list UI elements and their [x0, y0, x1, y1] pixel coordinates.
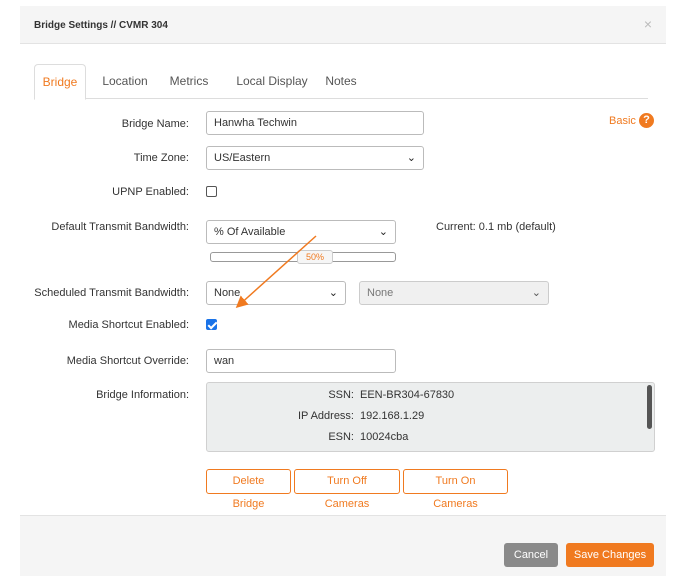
info-value: 10024cba: [360, 431, 409, 443]
media-override-input[interactable]: [206, 349, 396, 373]
cancel-button[interactable]: Cancel: [504, 543, 558, 567]
info-key: IP Address:: [297, 410, 354, 422]
media-override-label: Media Shortcut Override:: [66, 355, 189, 367]
turn-on-cameras-button[interactable]: Turn On Cameras: [403, 469, 508, 510]
scheduled-bandwidth-label: Scheduled Transmit Bandwidth:: [34, 287, 189, 299]
chevron-down-icon: ⌄: [378, 226, 388, 238]
help-icon[interactable]: ?: [639, 113, 654, 128]
modal-footer: Cancel Save Changes: [20, 515, 666, 576]
info-scrollbar[interactable]: [647, 385, 652, 429]
bandwidth-value: % Of Available: [214, 226, 286, 238]
tab-metrics[interactable]: Metrics: [160, 64, 218, 100]
bridge-name-input[interactable]: [206, 111, 424, 135]
chevron-down-icon: ⌄: [531, 287, 541, 299]
time-zone-select[interactable]: US/Eastern ⌄: [206, 146, 424, 170]
upnp-label: UPNP Enabled:: [112, 186, 189, 198]
time-zone-label: Time Zone:: [133, 152, 189, 164]
info-value: EEN-BR304-67830: [360, 389, 455, 401]
info-key: ESN:: [328, 431, 354, 443]
scheduled-bandwidth-secondary-value: None: [367, 287, 394, 299]
tab-notes[interactable]: Notes: [320, 64, 362, 100]
tab-bar: Bridge Location Metrics Local Display No…: [34, 64, 648, 100]
time-zone-value: US/Eastern: [214, 152, 271, 164]
bandwidth-select[interactable]: % Of Available ⌄: [206, 220, 396, 244]
basic-mode-link[interactable]: Basic: [609, 115, 636, 127]
bandwidth-label: Default Transmit Bandwidth:: [51, 221, 189, 233]
modal-title: Bridge Settings // CVMR 304: [34, 20, 168, 31]
media-shortcut-checkbox[interactable]: [206, 319, 217, 330]
info-key: SSN:: [328, 389, 354, 401]
chevron-down-icon: ⌄: [328, 287, 338, 299]
modal-header: Bridge Settings // CVMR 304 ×: [20, 6, 666, 44]
bandwidth-current: Current: 0.1 mb (default): [436, 221, 556, 233]
info-value: 192.168.1.29: [360, 410, 425, 422]
close-icon[interactable]: ×: [644, 16, 652, 32]
scheduled-bandwidth-value: None: [214, 287, 241, 299]
bandwidth-slider-handle[interactable]: 50%: [297, 250, 333, 264]
scheduled-bandwidth-select[interactable]: None ⌄: [206, 281, 346, 305]
turn-off-cameras-button[interactable]: Turn Off Cameras: [294, 469, 400, 510]
chevron-down-icon: ⌄: [406, 152, 416, 164]
bridge-info-label: Bridge Information:: [96, 389, 189, 401]
scheduled-bandwidth-secondary-select: None ⌄: [359, 281, 549, 305]
bridge-name-label: Bridge Name:: [121, 118, 189, 130]
tab-location[interactable]: Location: [94, 64, 156, 100]
save-changes-button[interactable]: Save Changes: [566, 543, 654, 567]
tab-bridge[interactable]: Bridge: [34, 64, 86, 100]
media-shortcut-label: Media Shortcut Enabled:: [68, 319, 189, 331]
upnp-checkbox[interactable]: [206, 186, 217, 197]
bridge-info-box: SSN: EEN-BR304-67830 IP Address: 192.168…: [206, 382, 655, 452]
tab-local-display[interactable]: Local Display: [232, 64, 312, 100]
delete-bridge-button[interactable]: Delete Bridge: [206, 469, 291, 510]
